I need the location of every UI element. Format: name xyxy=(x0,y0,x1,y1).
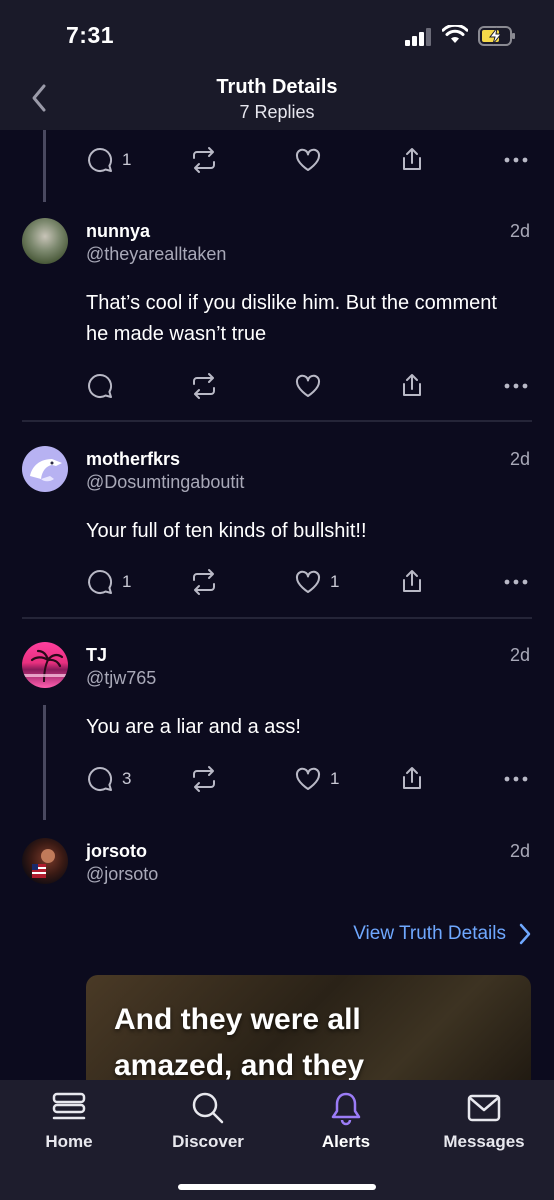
share-button[interactable] xyxy=(398,764,426,794)
more-dots-icon xyxy=(504,579,528,585)
cellular-signal-icon xyxy=(405,28,431,46)
post-time: 2d xyxy=(509,221,530,241)
share-icon xyxy=(403,767,421,789)
reply-count: 3 xyxy=(122,769,132,788)
more-options-button[interactable] xyxy=(502,567,530,597)
tab-discover-label: Discover xyxy=(172,1132,244,1151)
reply-count-subtitle: 7 Replies xyxy=(239,102,315,122)
share-icon xyxy=(403,570,421,592)
search-icon xyxy=(192,1092,224,1124)
tab-alerts-label: Alerts xyxy=(321,1132,371,1151)
author-handle[interactable]: @theyarealltaken xyxy=(86,244,226,265)
share-icon xyxy=(403,374,421,396)
author-name[interactable]: TJ xyxy=(86,645,107,666)
author-handle[interactable]: @tjw765 xyxy=(86,668,156,689)
tab-alerts[interactable]: Alerts xyxy=(286,1090,406,1152)
like-count: 1 xyxy=(330,572,340,591)
tab-home[interactable]: Home xyxy=(9,1090,129,1152)
tab-home-label: Home xyxy=(45,1132,93,1151)
author-handle[interactable]: @Dosumtingaboutit xyxy=(86,472,244,493)
tab-messages[interactable]: Messages xyxy=(424,1090,544,1152)
post-time: 2d xyxy=(509,841,530,861)
status-bar: 7:31 xyxy=(0,0,554,66)
heart-icon xyxy=(295,148,321,171)
thread-connector-line xyxy=(43,705,46,820)
more-dots-icon xyxy=(504,383,528,389)
media-caption: And they were all amazed, and they xyxy=(114,1003,365,1082)
post-divider xyxy=(22,617,532,619)
comment-icon xyxy=(88,766,113,791)
home-icon xyxy=(52,1092,86,1120)
retruth-button[interactable] xyxy=(190,145,218,175)
post-time: 2d xyxy=(509,449,530,469)
comment-icon xyxy=(88,147,113,172)
author-name[interactable]: jorsoto xyxy=(86,841,147,862)
reply-button[interactable]: 1 xyxy=(86,145,131,175)
view-truth-details-link[interactable]: View Truth Details xyxy=(353,922,532,946)
author-handle[interactable]: @jorsoto xyxy=(86,864,158,885)
status-time: 7:31 xyxy=(66,22,115,48)
like-button[interactable] xyxy=(294,371,330,401)
more-options-button[interactable] xyxy=(502,371,530,401)
flag-avatar-icon xyxy=(32,849,55,878)
page-title: Truth Details xyxy=(216,76,338,98)
tab-discover[interactable]: Discover xyxy=(148,1090,268,1152)
thread-connector-line xyxy=(43,130,46,202)
reply-count: 1 xyxy=(122,150,132,169)
post-body: That’s cool if you dislike him. But the … xyxy=(86,292,497,345)
heart-icon xyxy=(295,767,321,790)
retruth-button[interactable] xyxy=(190,764,218,794)
share-icon xyxy=(403,148,421,170)
repost-icon xyxy=(193,373,215,399)
repost-icon xyxy=(193,766,215,792)
avatar[interactable] xyxy=(22,838,68,884)
post-divider xyxy=(22,420,532,422)
eagle-avatar-icon xyxy=(30,459,62,482)
reply-count: 1 xyxy=(122,572,132,591)
like-button[interactable]: 1 xyxy=(294,567,339,597)
top-nav-bar: Truth Details 7 Replies xyxy=(0,66,554,130)
repost-icon xyxy=(193,569,215,595)
author-name[interactable]: nunnya xyxy=(86,221,150,242)
heart-icon xyxy=(295,570,321,593)
heart-icon xyxy=(295,374,321,397)
avatar[interactable] xyxy=(22,642,68,688)
more-dots-icon xyxy=(504,776,528,782)
post-body: You are a liar and a ass! xyxy=(86,716,301,738)
share-button[interactable] xyxy=(398,567,426,597)
wifi-icon xyxy=(442,25,468,43)
battery-charging-icon xyxy=(478,26,515,46)
share-button[interactable] xyxy=(398,371,426,401)
like-button[interactable]: 1 xyxy=(294,764,339,794)
retruth-button[interactable] xyxy=(190,371,218,401)
retruth-button[interactable] xyxy=(190,567,218,597)
palm-tree-avatar-icon xyxy=(22,649,68,683)
home-indicator xyxy=(178,1184,376,1190)
more-dots-icon xyxy=(504,157,528,163)
comment-icon xyxy=(88,373,113,398)
like-count: 1 xyxy=(330,769,340,788)
more-options-button[interactable] xyxy=(502,145,530,175)
mail-icon xyxy=(467,1094,501,1122)
bell-icon xyxy=(331,1092,361,1126)
reply-button[interactable] xyxy=(86,371,122,401)
bottom-tab-bar: Home Discover Alerts Messages xyxy=(0,1080,554,1200)
view-truth-details-label: View Truth Details xyxy=(353,923,506,944)
reply-button[interactable]: 3 xyxy=(86,764,131,794)
avatar[interactable] xyxy=(22,446,68,492)
comment-icon xyxy=(88,569,113,594)
reply-button[interactable]: 1 xyxy=(86,567,131,597)
share-button[interactable] xyxy=(398,145,426,175)
author-name[interactable]: motherfkrs xyxy=(86,449,180,470)
tab-messages-label: Messages xyxy=(443,1132,525,1151)
chevron-right-icon xyxy=(519,923,531,945)
post-time: 2d xyxy=(509,645,530,665)
repost-icon xyxy=(193,147,215,173)
like-button[interactable] xyxy=(294,145,322,175)
post-body: Your full of ten kinds of bullshit!! xyxy=(86,520,367,542)
avatar[interactable] xyxy=(22,218,68,264)
more-options-button[interactable] xyxy=(502,764,530,794)
